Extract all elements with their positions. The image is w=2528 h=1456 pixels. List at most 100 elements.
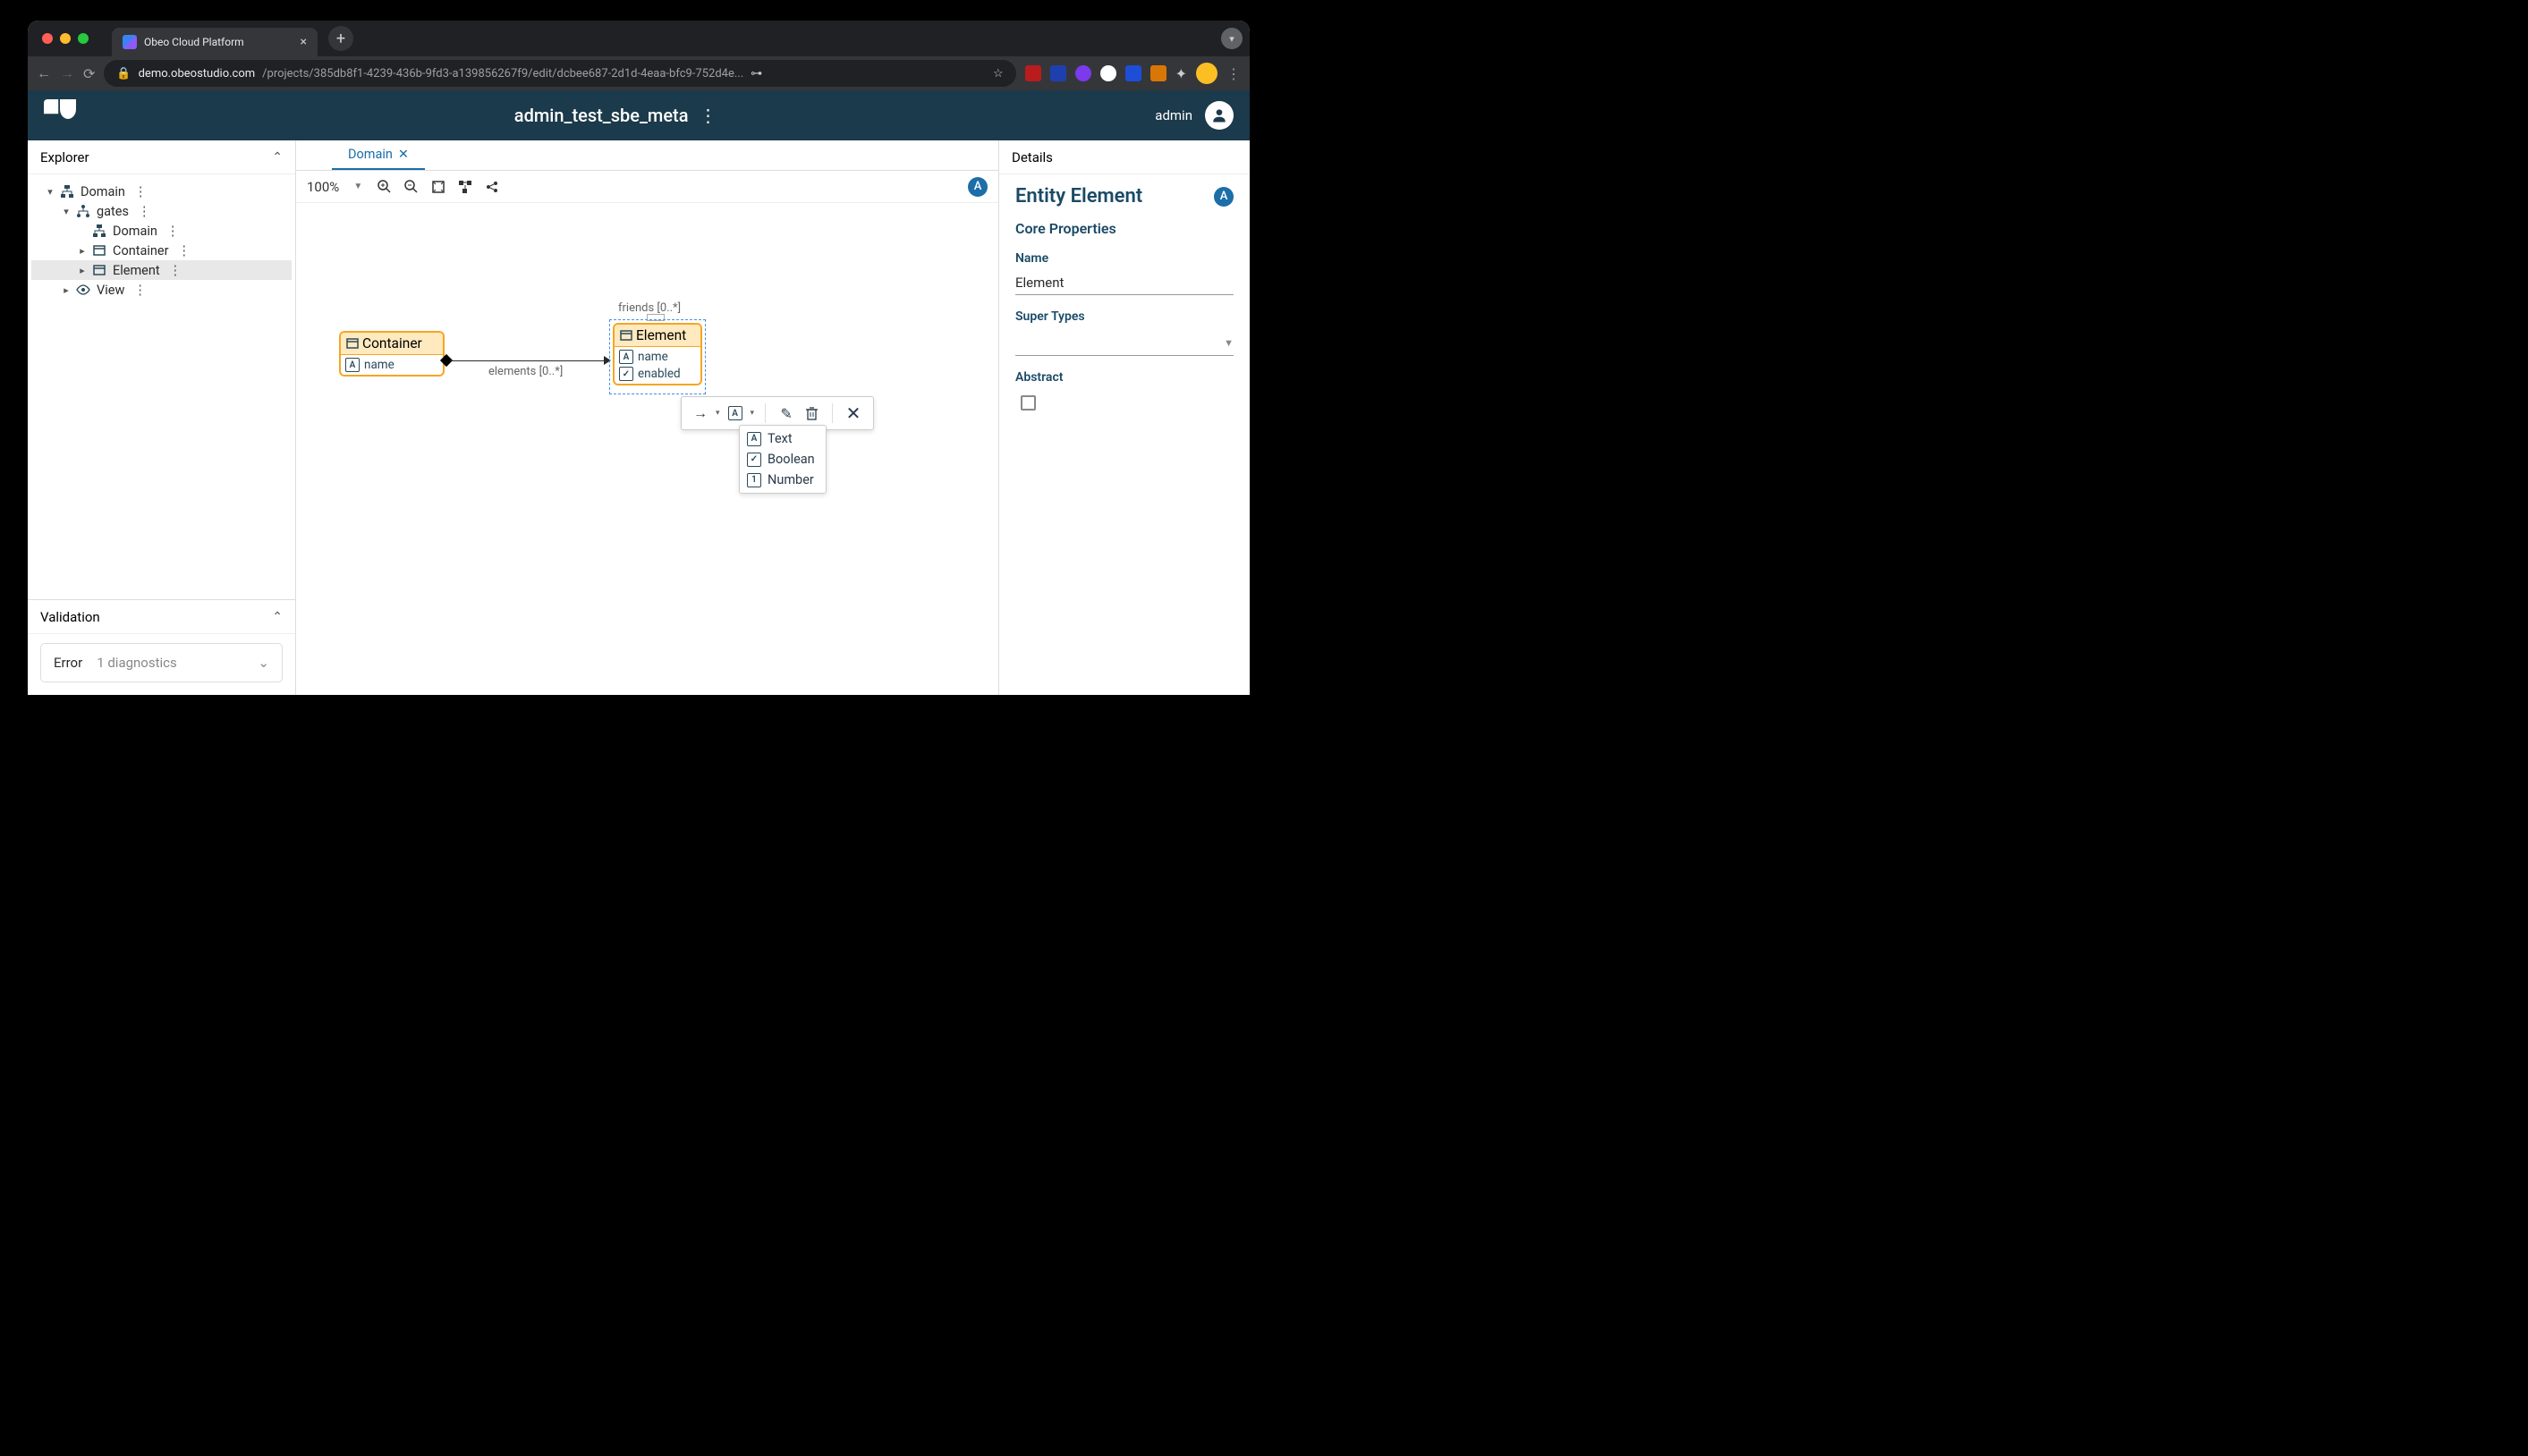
entity-icon — [346, 338, 359, 349]
tree-node-container[interactable]: ▸ Container ⋮ — [31, 241, 292, 260]
editor-toolbar: 100% ▼ A — [296, 171, 998, 203]
zoom-dropdown-icon[interactable]: ▼ — [350, 179, 366, 195]
tree-node-element[interactable]: ▸ Element ⋮ — [31, 260, 292, 280]
key-icon[interactable]: ⊶ — [751, 67, 762, 80]
diagram-canvas[interactable]: Container A name elements [0..*] friends… — [296, 203, 998, 695]
close-window-button[interactable] — [42, 33, 53, 44]
entity-icon — [92, 243, 106, 258]
tree-node-view[interactable]: ▸ View ⋮ — [31, 280, 292, 300]
tree-label: gates — [97, 204, 129, 219]
zoom-out-icon[interactable] — [403, 179, 420, 195]
chevron-right-icon[interactable]: ▸ — [76, 265, 89, 276]
minimize-window-button[interactable] — [60, 33, 71, 44]
core-properties-heading: Core Properties — [1015, 220, 1234, 237]
browser-tab[interactable]: Obeo Cloud Platform × — [112, 28, 318, 56]
extension-icon[interactable] — [1100, 65, 1116, 81]
back-button[interactable]: ← — [37, 64, 51, 82]
arrow-tool-icon[interactable]: → — [691, 403, 710, 423]
share-icon[interactable] — [484, 179, 500, 195]
extension-icon[interactable] — [1125, 65, 1141, 81]
menu-item-text[interactable]: A Text — [740, 428, 826, 449]
name-input[interactable]: Element — [1015, 269, 1234, 295]
arrange-icon[interactable] — [457, 179, 473, 195]
bookmark-icon[interactable]: ☆ — [993, 67, 1004, 80]
chevron-down-icon[interactable]: ⌄ — [258, 655, 269, 671]
tree-node-domain[interactable]: Domain ⋮ — [31, 221, 292, 241]
attribute-row[interactable]: ✓ enabled — [619, 367, 696, 381]
node-menu-icon[interactable]: ⋮ — [177, 243, 191, 258]
text-attr-icon[interactable]: A — [725, 403, 745, 423]
collapse-icon[interactable]: ⌃ — [272, 610, 283, 624]
chevron-right-icon[interactable]: ▸ — [76, 245, 89, 257]
node-title: Element — [636, 327, 686, 343]
chevron-down-icon[interactable]: ▾ — [44, 186, 56, 198]
extension-icon[interactable] — [1150, 65, 1166, 81]
validation-title: Validation — [40, 609, 100, 625]
node-menu-icon[interactable]: ⋮ — [134, 184, 148, 199]
validation-panel: Validation ⌃ Error 1 diagnostics ⌄ — [28, 599, 295, 695]
new-tab-button[interactable]: + — [328, 26, 353, 51]
tree-label: Element — [113, 263, 160, 278]
dropdown-caret-icon[interactable]: ▾ — [751, 409, 755, 418]
menu-item-number[interactable]: 1 Number — [740, 470, 826, 490]
close-icon[interactable]: ✕ — [844, 403, 863, 423]
collab-badge[interactable]: A — [1214, 187, 1234, 207]
collab-badge[interactable]: A — [968, 177, 988, 197]
close-tab-icon[interactable]: × — [301, 35, 307, 49]
tab-title: Obeo Cloud Platform — [144, 36, 244, 48]
attribute-row[interactable]: A name — [345, 358, 438, 372]
extensions-menu-icon[interactable]: ✦ — [1175, 65, 1187, 82]
attribute-row[interactable]: A name — [619, 350, 696, 364]
delete-icon[interactable] — [802, 403, 821, 423]
node-menu-icon[interactable]: ⋮ — [133, 283, 147, 298]
close-tab-icon[interactable]: ✕ — [398, 147, 409, 162]
tree-label: Domain — [113, 224, 157, 239]
app-logo[interactable] — [44, 99, 76, 131]
node-header: Container — [341, 333, 443, 355]
super-types-select[interactable]: ▼ — [1015, 331, 1234, 356]
tab-overflow-button[interactable]: ▾ — [1221, 28, 1243, 49]
edge-handle[interactable] — [647, 314, 665, 321]
edit-icon[interactable]: ✎ — [776, 403, 796, 423]
node-menu-icon[interactable]: ⋮ — [166, 224, 180, 239]
error-label: Error — [54, 655, 82, 671]
app-header: admin_test_sbe_meta ⋮ admin — [28, 90, 1250, 140]
app-window: Obeo Cloud Platform × + ▾ ← → ⟳ 🔒 demo.o… — [28, 21, 1250, 695]
extension-icon[interactable] — [1050, 65, 1066, 81]
abstract-checkbox[interactable] — [1021, 395, 1036, 411]
node-menu-icon[interactable]: ⋮ — [169, 263, 182, 278]
zoom-in-icon[interactable] — [377, 179, 393, 195]
url-input[interactable]: 🔒 demo.obeostudio.com/projects/385db8f1-… — [104, 60, 1015, 87]
extension-icon[interactable] — [1075, 65, 1091, 81]
maximize-window-button[interactable] — [78, 33, 89, 44]
project-menu-icon[interactable]: ⋮ — [700, 105, 717, 126]
attr-name: name — [364, 358, 394, 372]
tree-label: Container — [113, 243, 168, 258]
node-header: Element — [615, 325, 700, 347]
reload-button[interactable]: ⟳ — [83, 65, 95, 82]
node-menu-icon[interactable]: ⋮ — [138, 204, 151, 219]
url-domain: demo.obeostudio.com — [139, 67, 256, 80]
diagram-node-container[interactable]: Container A name — [339, 331, 445, 377]
tree-node-domain-root[interactable]: ▾ Domain ⋮ — [31, 182, 292, 201]
window-controls — [35, 33, 96, 44]
diagram-node-element[interactable]: Element A name ✓ enabled — [613, 323, 702, 385]
menu-item-boolean[interactable]: ✓ Boolean — [740, 449, 826, 470]
browser-menu-icon[interactable]: ⋮ — [1226, 65, 1241, 82]
fit-screen-icon[interactable] — [430, 179, 446, 195]
chevron-right-icon[interactable]: ▸ — [60, 284, 72, 296]
validation-card[interactable]: Error 1 diagnostics ⌄ — [40, 643, 283, 682]
user-avatar-icon[interactable] — [1205, 101, 1234, 130]
dropdown-caret-icon[interactable]: ▾ — [716, 409, 720, 418]
address-bar: ← → ⟳ 🔒 demo.obeostudio.com/projects/385… — [28, 56, 1250, 90]
chevron-down-icon[interactable]: ▾ — [60, 206, 72, 217]
hierarchy-icon — [92, 224, 106, 238]
editor-tab-domain[interactable]: Domain ✕ — [332, 140, 425, 170]
tree-node-gates[interactable]: ▾ gates ⋮ — [31, 201, 292, 221]
menu-label: Boolean — [768, 452, 815, 467]
extension-icon[interactable] — [1025, 65, 1041, 81]
forward-button[interactable]: → — [60, 64, 74, 82]
profile-avatar[interactable] — [1196, 63, 1217, 84]
collapse-icon[interactable]: ⌃ — [272, 150, 283, 165]
edge-line[interactable] — [450, 360, 606, 361]
